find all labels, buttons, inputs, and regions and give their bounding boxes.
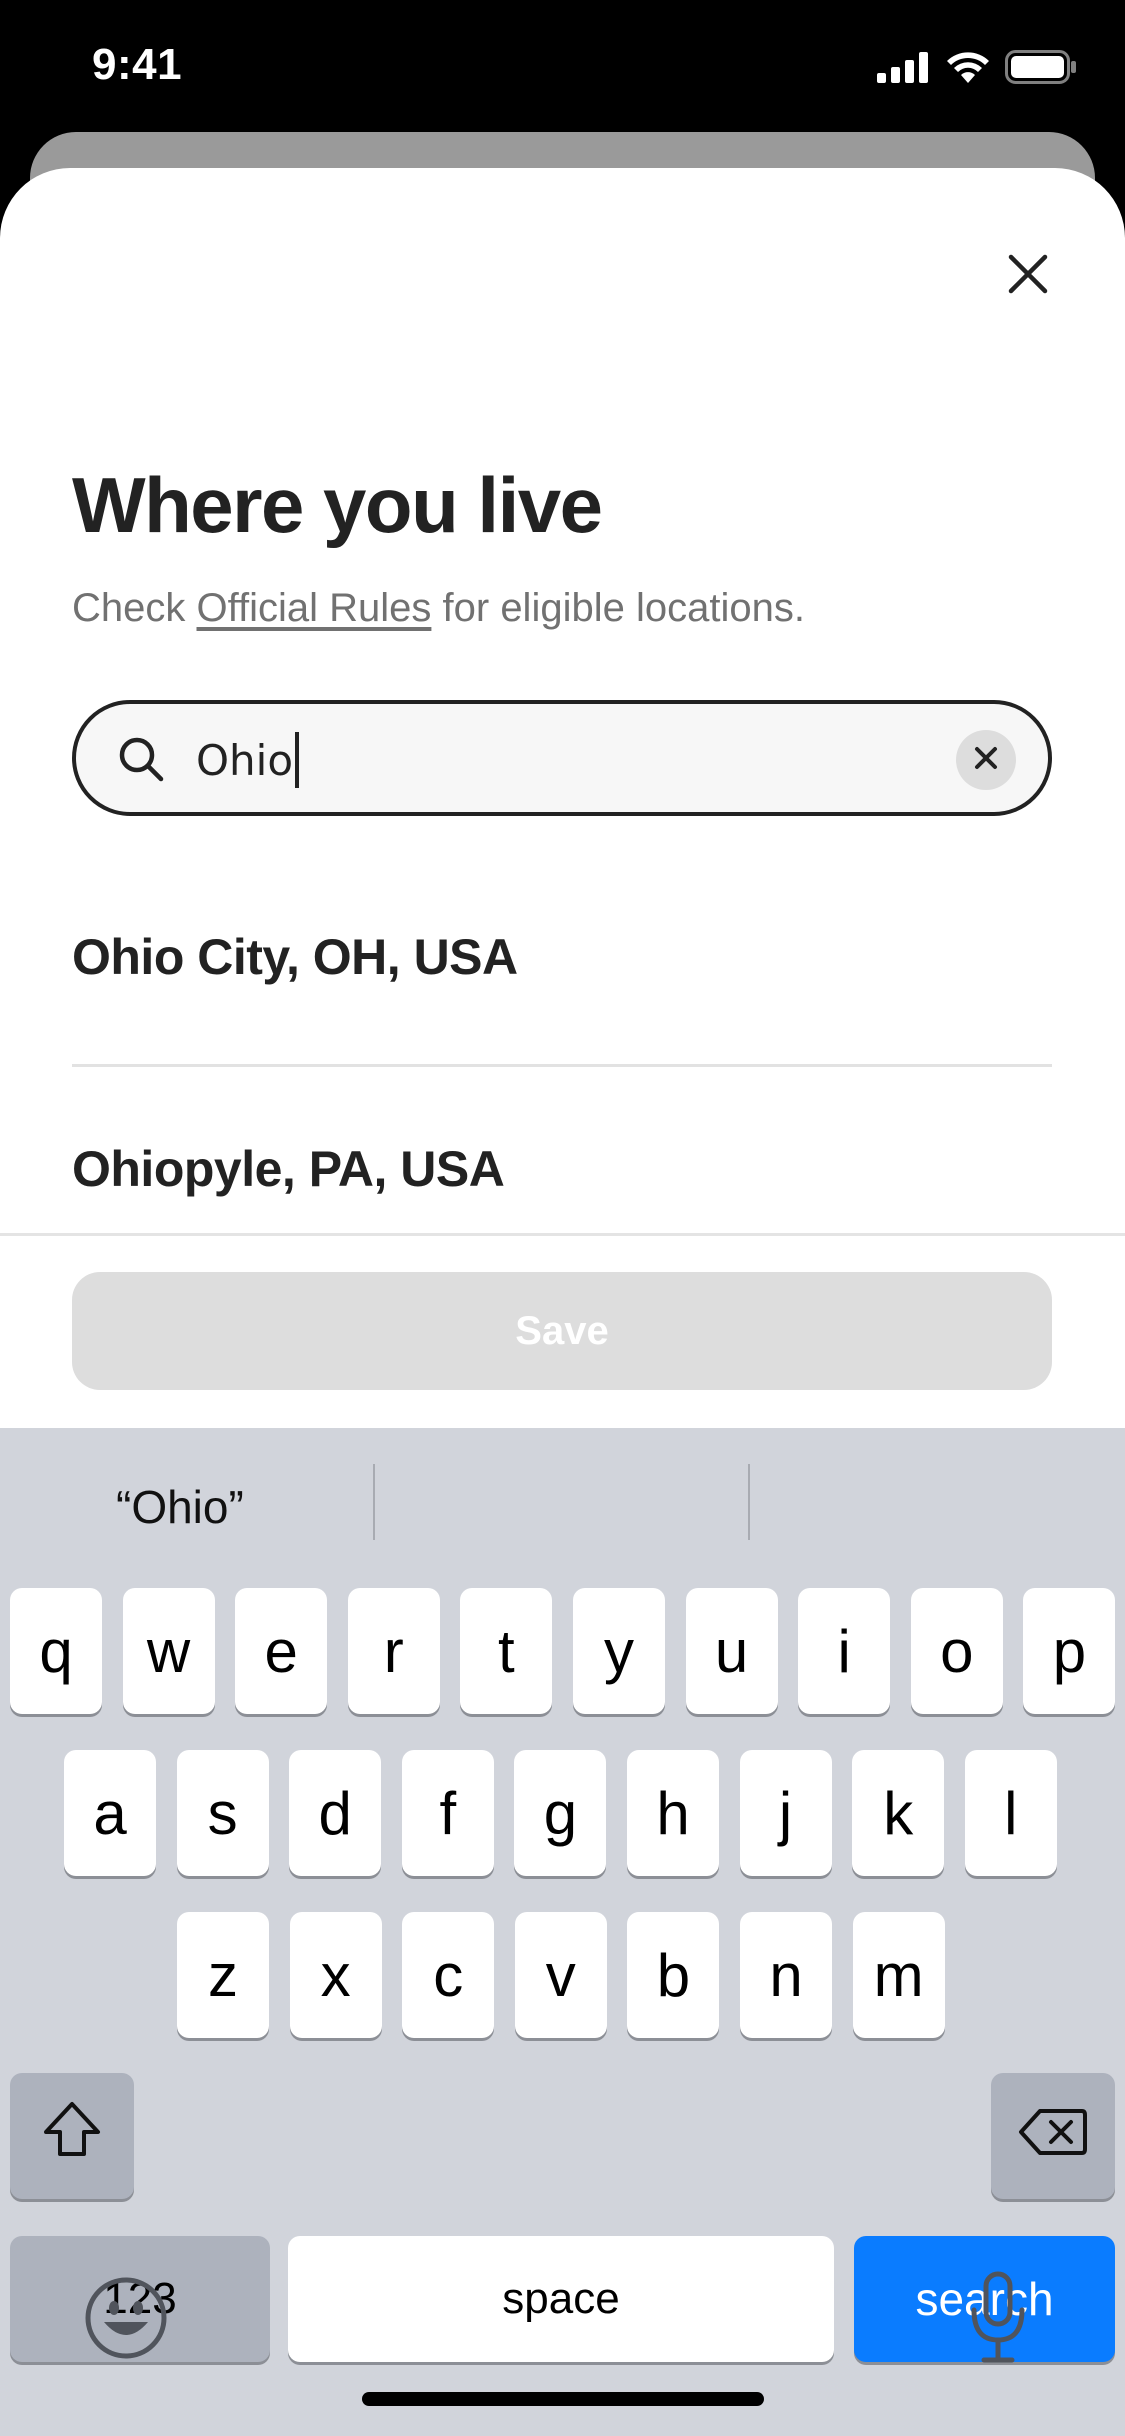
key-b[interactable]: b [627,1912,720,2038]
subtitle: Check Official Rules for eligible locati… [72,586,805,631]
key-q[interactable]: q [10,1588,102,1714]
emoji-button[interactable] [84,2276,168,2365]
key-t[interactable]: t [460,1588,553,1714]
key-d[interactable]: d [289,1750,382,1876]
search-icon [116,734,166,789]
search-input-value[interactable]: Ohio [196,736,293,785]
key-k[interactable]: k [852,1750,945,1876]
location-search-input[interactable]: Ohio [72,700,1052,816]
key-s[interactable]: s [176,1750,269,1876]
cellular-signal-icon [877,51,931,88]
microphone-icon [966,2271,1030,2370]
key-m[interactable]: m [852,1912,945,2038]
home-indicator [362,2392,764,2406]
status-bar: 9:41 [0,0,1125,140]
key-g[interactable]: g [514,1750,607,1876]
close-icon [1007,253,1049,300]
key-n[interactable]: n [740,1912,832,2038]
wifi-icon [945,50,991,89]
result-item[interactable]: Ohiopyle, PA, USA [72,1140,505,1198]
status-time: 9:41 [92,40,183,89]
key-r[interactable]: r [347,1588,440,1714]
key-j[interactable]: j [739,1750,832,1876]
key-w[interactable]: w [122,1588,215,1714]
official-rules-link[interactable]: Official Rules [197,586,432,630]
space-key[interactable]: space [288,2236,834,2362]
clear-search-button[interactable] [956,730,1016,790]
status-icons [877,50,1077,89]
key-c[interactable]: c [402,1912,495,2038]
subtitle-prefix: Check [72,586,197,630]
clear-icon [974,746,998,775]
delete-icon [1018,2102,1088,2171]
key-z[interactable]: z [177,1912,269,2038]
result-item[interactable]: Ohio City, OH, USA [72,928,518,986]
key-p[interactable]: p [1023,1588,1116,1714]
suggestion-item[interactable]: “Ohio” [116,1480,244,1534]
page-title: Where you live [72,461,603,549]
key-x[interactable]: x [289,1912,382,2038]
save-button[interactable]: Save [72,1272,1052,1390]
battery-icon [1005,50,1077,89]
text-cursor [295,732,299,788]
key-e[interactable]: e [235,1588,328,1714]
suggestion-divider [748,1464,750,1540]
delete-key[interactable] [991,2073,1115,2199]
key-f[interactable]: f [401,1750,494,1876]
key-i[interactable]: i [798,1588,891,1714]
subtitle-suffix: for eligible locations. [431,586,805,630]
key-o[interactable]: o [910,1588,1003,1714]
shift-key[interactable] [10,2073,134,2199]
key-y[interactable]: y [573,1588,665,1714]
key-l[interactable]: l [964,1750,1057,1876]
key-u[interactable]: u [685,1588,778,1714]
close-button[interactable] [990,238,1066,314]
footer-divider [0,1233,1125,1236]
keyboard: “Ohio” 123 space search q w e r t y u i … [0,1428,1125,2436]
key-v[interactable]: v [514,1912,607,2038]
key-a[interactable]: a [64,1750,156,1876]
emoji-icon [84,2277,168,2364]
suggestion-divider [373,1464,375,1540]
result-divider [72,1064,1052,1067]
dictation-button[interactable] [966,2270,1030,2371]
key-h[interactable]: h [627,1750,719,1876]
shift-icon [40,2099,104,2173]
